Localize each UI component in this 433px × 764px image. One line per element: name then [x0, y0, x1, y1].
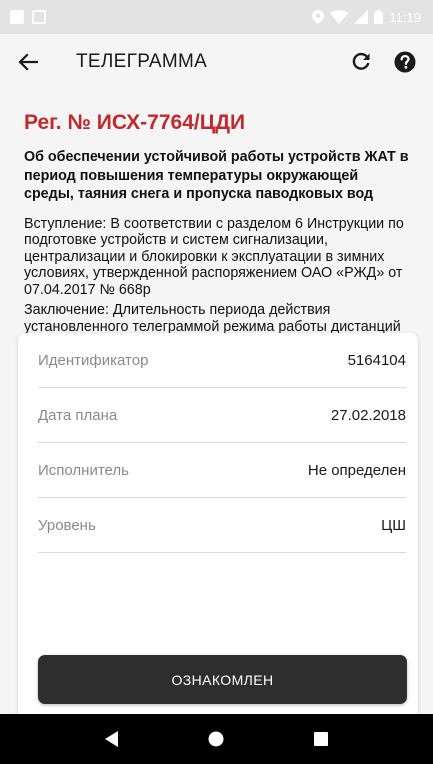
detail-label: Идентификатор	[38, 351, 149, 369]
detail-row-executor: Исполнитель Не определен	[38, 443, 406, 498]
triangle-back-icon	[105, 731, 119, 747]
detail-label: Уровень	[38, 516, 96, 534]
refresh-icon	[352, 52, 370, 70]
telegram-content[interactable]: Рег. № ИСХ-7764/ЦДИ Об обеспечении устой…	[0, 90, 433, 714]
detail-row-plan-date: Дата плана 27.02.2018	[38, 388, 406, 443]
detail-label: Дата плана	[38, 406, 118, 424]
notification-icons	[10, 10, 46, 24]
detail-value: ЦШ	[381, 516, 406, 534]
detail-row-identifier: Идентификатор 5164104	[38, 333, 406, 388]
status-bar: 11:19	[0, 0, 433, 34]
signal-icon	[354, 10, 369, 24]
square-recents-icon	[313, 732, 328, 746]
status-time: 11:19	[389, 9, 421, 25]
refresh-button[interactable]	[339, 34, 383, 90]
page-title: ТЕЛЕГРАММА	[76, 51, 208, 72]
sim-card-icon	[10, 10, 24, 24]
detail-value: 5164104	[347, 351, 406, 369]
help-button[interactable]	[383, 34, 427, 90]
system-indicators: 11:19	[312, 10, 421, 25]
system-nav-bar	[0, 714, 433, 764]
help-icon	[394, 51, 416, 73]
document-intro: Вступление: В соответствии с разделом 6 …	[24, 215, 404, 298]
circle-home-icon	[208, 731, 224, 747]
acknowledge-button[interactable]: ОЗНАКОМЛЕН	[38, 655, 407, 704]
app-bar: ТЕЛЕГРАММА	[0, 34, 433, 90]
registration-number: Рег. № ИСХ-7764/ЦДИ	[24, 111, 246, 134]
nav-home-button[interactable]	[196, 719, 236, 759]
detail-label: Исполнитель	[38, 461, 129, 479]
nav-recents-button[interactable]	[301, 719, 341, 759]
arrow-back-icon	[18, 53, 38, 71]
detail-value: Не определен	[307, 461, 406, 479]
back-button[interactable]	[0, 34, 56, 90]
image-notification-icon	[32, 10, 46, 24]
battery-icon	[374, 10, 384, 24]
detail-value: 27.02.2018	[330, 406, 406, 424]
document-subject: Об обеспечении устойчивой работы устройс…	[24, 149, 409, 202]
wifi-icon	[330, 10, 349, 24]
location-icon	[312, 10, 325, 24]
detail-row-level: Уровень ЦШ	[38, 498, 406, 553]
nav-back-button[interactable]	[92, 719, 132, 759]
